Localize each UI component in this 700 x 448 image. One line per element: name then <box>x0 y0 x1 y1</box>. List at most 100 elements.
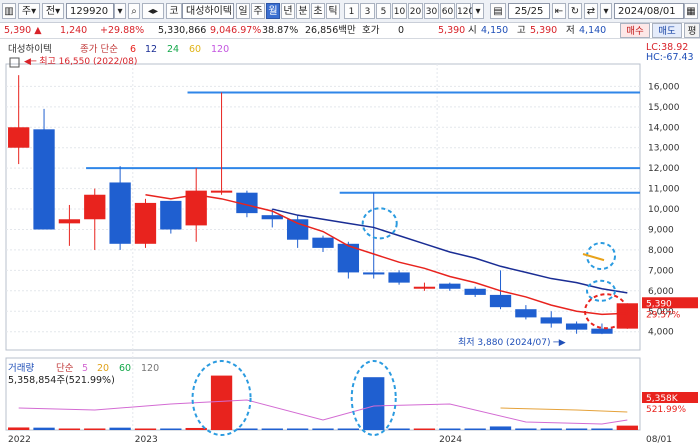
volume-ma-legend: 5 20 60 120 <box>82 363 159 374</box>
volume-bar <box>413 428 436 430</box>
volume-bar <box>515 428 537 430</box>
quote-price: 5,390 <box>438 25 466 36</box>
candle-body <box>134 202 157 244</box>
volume-bar <box>565 428 588 430</box>
market-type-select[interactable]: 주▾ <box>18 3 40 19</box>
y-tick-label: 8,000 <box>648 246 674 256</box>
high-label: 고 <box>517 25 526 36</box>
eval-button[interactable]: 평 <box>684 23 700 38</box>
annotation-slope-mark <box>582 253 605 262</box>
interval-3-button[interactable]: 3 <box>360 3 375 19</box>
volume-value-label: 5,358,854주(521.99%) <box>8 375 115 386</box>
open-price: 4,150 <box>481 25 509 36</box>
y-tick-label: 11,000 <box>648 185 680 195</box>
volume-ma5-line <box>18 399 628 425</box>
interval-30-button[interactable]: 30 <box>424 3 439 19</box>
candle-body <box>540 317 562 324</box>
interval-120-button[interactable]: 120 <box>456 3 474 19</box>
x-tick-label: 2024 <box>439 435 462 445</box>
y-tick-label: 13,000 <box>648 144 680 154</box>
x-tick-label: 2022 <box>8 435 31 445</box>
sell-button[interactable]: 매도 <box>652 23 682 38</box>
scroll-left-icon[interactable]: ⇤ <box>552 3 566 19</box>
y-tick-label: 12,000 <box>648 164 680 174</box>
ma-legend-period: 6 <box>130 44 136 55</box>
turnover-ratio: 38.87% <box>262 25 299 36</box>
ma12-line <box>272 208 628 294</box>
period-2-button[interactable]: 월 <box>266 3 280 19</box>
calendar-icon[interactable]: ▦ <box>684 3 698 19</box>
date-field[interactable]: 2024/08/01 <box>614 3 684 19</box>
period-0-button[interactable]: 일 <box>236 3 250 19</box>
corp-badge[interactable]: 코 <box>166 3 182 19</box>
volume-current-tag-text: 5,358K <box>646 394 679 404</box>
period-6-button[interactable]: 틱 <box>326 3 340 19</box>
code-dropdown-icon[interactable]: ▾ <box>114 3 126 19</box>
ma6-line <box>145 193 628 316</box>
volume-change-pct: 9,046.97% <box>210 25 262 36</box>
volume-bar <box>337 428 360 430</box>
refresh-icon[interactable]: ↻ <box>568 3 582 19</box>
low-label: 저 <box>566 25 575 36</box>
volume-bar <box>363 377 385 430</box>
candle-body <box>286 219 309 240</box>
volume-bar <box>616 425 638 430</box>
candle-body <box>413 286 436 289</box>
search-icon[interactable]: ⌕ <box>128 3 140 19</box>
grid-toggle-icon[interactable] <box>9 57 20 68</box>
candle-body <box>261 215 283 220</box>
volume-bar <box>312 428 334 430</box>
quote-label: 호가 <box>362 25 380 36</box>
page-counter: 25/25 <box>508 3 550 19</box>
zoom-icon[interactable]: ▾ <box>600 3 612 19</box>
volume-bar <box>58 428 81 430</box>
price-info-bar: 5,390 ▲ 1,240 +29.88% 5,330,866 9,046.97… <box>0 23 700 39</box>
high-price: 5,390 <box>530 25 558 36</box>
ma-legend-period: 12 <box>145 44 157 55</box>
stock-name-field[interactable]: 대성하이텍 <box>182 3 234 19</box>
period-1-button[interactable]: 주 <box>251 3 265 19</box>
chart-type-icon[interactable]: ▤ <box>490 3 506 19</box>
period-3-button[interactable]: 년 <box>281 3 295 19</box>
ma-legend: 6 12 24 60 120 <box>130 44 229 55</box>
volume-bar <box>109 427 131 430</box>
interval-5-button[interactable]: 5 <box>376 3 391 19</box>
candle-body <box>109 182 131 244</box>
current-price: 5,390 ▲ <box>4 25 42 36</box>
stock-chart: 4,0005,0006,0007,0008,0009,00010,00011,0… <box>5 42 698 445</box>
market-type-label: 주 <box>21 6 32 17</box>
chart-menu-icon[interactable]: ▥ <box>2 3 16 19</box>
period-type-select[interactable]: 전▾ <box>42 3 64 19</box>
candles <box>8 75 638 335</box>
volume-bar <box>236 428 258 430</box>
candle-body <box>363 272 385 275</box>
prev-next-stock-button[interactable]: ◂▸ <box>142 3 164 19</box>
period-type-label: 전 <box>45 6 56 17</box>
candle-body <box>565 323 588 330</box>
y-tick-label: 9,000 <box>648 225 674 235</box>
volume-legend-name: 거래량 <box>8 362 34 374</box>
quote-value: 0 <box>398 25 405 36</box>
hc-label: HC:-67.43 <box>646 52 694 63</box>
volume-bar <box>134 428 157 430</box>
candle-body <box>464 288 486 295</box>
interval-60-button[interactable]: 60 <box>440 3 455 19</box>
volume-ma-legend-period: 20 <box>97 363 109 374</box>
interval-20-button[interactable]: 20 <box>408 3 423 19</box>
x-tick-label: 2023 <box>135 435 158 445</box>
max-price-label: ◀─ 최고 16,550 (2022/08) <box>24 56 137 67</box>
horizontal-lines <box>86 91 640 194</box>
interval-10-button[interactable]: 10 <box>392 3 407 19</box>
ma-legend-period: 60 <box>189 44 201 55</box>
period-4-button[interactable]: 분 <box>296 3 310 19</box>
volume-bar <box>489 426 512 430</box>
y-tick-label: 16,000 <box>648 82 680 92</box>
chart-toolbar: ▥ 주▾ 전▾ 129920 ▾ ⌕ ◂▸ 코 대성하이텍 일주월년분초틱 13… <box>0 0 700 23</box>
sync-icon[interactable]: ⇄ <box>584 3 598 19</box>
stock-code-input[interactable]: 129920 <box>66 3 114 19</box>
interval-dropdown-icon[interactable]: ▾ <box>472 3 484 19</box>
buy-button[interactable]: 매수 <box>620 23 650 38</box>
volume-bar <box>388 428 410 430</box>
interval-1-button[interactable]: 1 <box>344 3 359 19</box>
period-5-button[interactable]: 초 <box>311 3 325 19</box>
